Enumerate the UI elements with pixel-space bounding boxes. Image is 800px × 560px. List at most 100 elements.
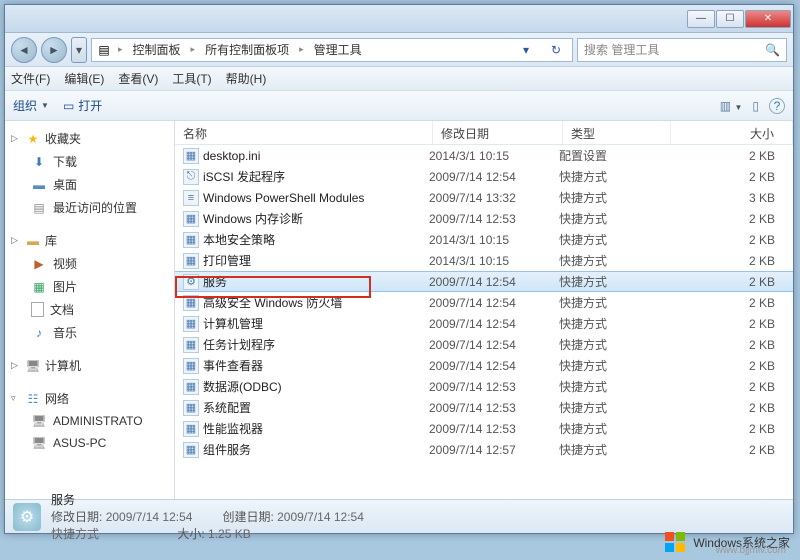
search-icon: 🔍 (765, 43, 780, 57)
file-type: 快捷方式 (559, 420, 667, 437)
breadcrumb[interactable]: ▤ ▸ 控制面板 ▸ 所有控制面板项 ▸ 管理工具 ▾ ↻ (91, 38, 573, 62)
refresh-button[interactable]: ↻ (544, 43, 568, 57)
close-button[interactable]: ✕ (745, 10, 791, 28)
file-list: 名称 修改日期 类型 大小 ▦desktop.ini2014/3/1 10:15… (175, 121, 793, 499)
nav-item[interactable]: ♪音乐 (5, 321, 174, 344)
menu-help[interactable]: 帮助(H) (226, 70, 267, 87)
file-size: 2 KB (667, 338, 793, 352)
status-name: 服务 (51, 493, 75, 507)
nav-item-label: 桌面 (53, 176, 77, 193)
nav-item[interactable]: 🖥 ADMINISTRATO (5, 410, 174, 432)
file-size: 2 KB (667, 149, 793, 163)
file-icon: ▦ (183, 232, 199, 248)
file-icon: ▦ (183, 211, 199, 227)
history-dropdown[interactable]: ▾ (71, 37, 87, 63)
open-button[interactable]: ▭ 打开 (63, 97, 102, 114)
file-name: 任务计划程序 (203, 336, 429, 353)
file-icon: ▦ (183, 400, 199, 416)
file-size: 2 KB (667, 254, 793, 268)
nav-pane: ▷★收藏夹 ⬇下载▬桌面▤最近访问的位置 ▷▬库 ▶视频▦图片文档♪音乐 ▷🖥计… (5, 121, 175, 499)
open-icon: ▭ (63, 99, 74, 113)
star-icon: ★ (25, 131, 41, 147)
back-button[interactable]: ◄ (11, 37, 37, 63)
minimize-button[interactable]: — (687, 10, 715, 28)
file-row[interactable]: ▦数据源(ODBC)2009/7/14 12:53快捷方式2 KB (175, 376, 793, 397)
crumb-0[interactable]: 控制面板 (129, 41, 185, 58)
nav-item[interactable]: 文档 (5, 298, 174, 321)
file-row[interactable]: ▦系统配置2009/7/14 12:53快捷方式2 KB (175, 397, 793, 418)
nav-favorites[interactable]: ▷★收藏夹 (5, 127, 174, 150)
file-type: 快捷方式 (559, 189, 667, 206)
titlebar: — ☐ ✕ (5, 5, 793, 33)
help-button[interactable]: ? (769, 98, 785, 114)
file-row[interactable]: ▦高级安全 Windows 防火墙2009/7/14 12:54快捷方式2 KB (175, 292, 793, 313)
file-size: 2 KB (667, 296, 793, 310)
file-row[interactable]: ▦计算机管理2009/7/14 12:54快捷方式2 KB (175, 313, 793, 334)
file-date: 2014/3/1 10:15 (429, 254, 559, 268)
file-row[interactable]: ▦desktop.ini2014/3/1 10:15配置设置2 KB (175, 145, 793, 166)
col-size[interactable]: 大小 (671, 121, 793, 144)
menu-edit[interactable]: 编辑(E) (64, 70, 104, 87)
pc-icon: 🖥 (31, 435, 47, 451)
organize-button[interactable]: 组织 ▼ (13, 97, 49, 114)
col-name[interactable]: 名称 (175, 121, 433, 144)
search-input[interactable]: 搜索 管理工具 🔍 (577, 38, 787, 62)
file-row[interactable]: ▦任务计划程序2009/7/14 12:54快捷方式2 KB (175, 334, 793, 355)
file-row[interactable]: ▦Windows 内存诊断2009/7/14 12:53快捷方式2 KB (175, 208, 793, 229)
file-row[interactable]: ⎋iSCSI 发起程序2009/7/14 12:54快捷方式2 KB (175, 166, 793, 187)
file-type: 快捷方式 (559, 252, 667, 269)
addr-dropdown[interactable]: ▾ (514, 43, 538, 57)
pc-icon: 🖥 (31, 413, 47, 429)
file-row[interactable]: ≡Windows PowerShell Modules2009/7/14 13:… (175, 187, 793, 208)
file-size: 2 KB (667, 401, 793, 415)
file-size: 3 KB (667, 191, 793, 205)
file-rows: ▦desktop.ini2014/3/1 10:15配置设置2 KB⎋iSCSI… (175, 145, 793, 499)
file-row[interactable]: ▦性能监视器2009/7/14 12:53快捷方式2 KB (175, 418, 793, 439)
nav-network[interactable]: ▿☷网络 (5, 387, 174, 410)
nav-computer[interactable]: ▷🖥计算机 (5, 354, 174, 377)
file-name: 打印管理 (203, 252, 429, 269)
nav-libraries[interactable]: ▷▬库 (5, 229, 174, 252)
file-row[interactable]: ▦事件查看器2009/7/14 12:54快捷方式2 KB (175, 355, 793, 376)
col-type[interactable]: 类型 (563, 121, 671, 144)
menu-tools[interactable]: 工具(T) (172, 70, 211, 87)
file-type: 快捷方式 (559, 273, 667, 290)
nav-item[interactable]: ▬桌面 (5, 173, 174, 196)
maximize-button[interactable]: ☐ (716, 10, 744, 28)
crumb-1[interactable]: 所有控制面板项 (201, 41, 293, 58)
file-date: 2009/7/14 12:54 (429, 275, 559, 289)
content-body: ▷★收藏夹 ⬇下载▬桌面▤最近访问的位置 ▷▬库 ▶视频▦图片文档♪音乐 ▷🖥计… (5, 121, 793, 499)
file-icon: ▦ (183, 421, 199, 437)
menu-bar: 文件(F) 编辑(E) 查看(V) 工具(T) 帮助(H) (5, 67, 793, 91)
file-type: 快捷方式 (559, 294, 667, 311)
nav-item[interactable]: ⬇下载 (5, 150, 174, 173)
views-icon: ▥ (720, 99, 731, 113)
file-row[interactable]: ▦组件服务2009/7/14 12:57快捷方式2 KB (175, 439, 793, 460)
crumb-2[interactable]: 管理工具 (310, 41, 366, 58)
forward-button[interactable]: ► (41, 37, 67, 63)
nav-item[interactable]: ▦图片 (5, 275, 174, 298)
expand-icon: ▷ (11, 360, 21, 371)
details-pane: ⚙ 服务 修改日期: 2009/7/14 12:54 创建日期: 2009/7/… (5, 499, 793, 533)
file-type: 快捷方式 (559, 378, 667, 395)
toolbar: 组织 ▼ ▭ 打开 ▥ ▼ ▯ ? (5, 91, 793, 121)
file-name: Windows 内存诊断 (203, 210, 429, 227)
file-row[interactable]: ▦本地安全策略2014/3/1 10:15快捷方式2 KB (175, 229, 793, 250)
col-date[interactable]: 修改日期 (433, 121, 563, 144)
file-icon: ▦ (183, 295, 199, 311)
file-row[interactable]: ▦打印管理2014/3/1 10:15快捷方式2 KB (175, 250, 793, 271)
file-size: 2 KB (667, 275, 793, 289)
menu-file[interactable]: 文件(F) (11, 70, 50, 87)
views-button[interactable]: ▥ ▼ (720, 99, 743, 113)
nav-item-label: ADMINISTRATO (53, 414, 143, 428)
file-icon: ▦ (183, 337, 199, 353)
menu-view[interactable]: 查看(V) (118, 70, 158, 87)
nav-item[interactable]: ▤最近访问的位置 (5, 196, 174, 219)
file-row[interactable]: ⚙服务2009/7/14 12:54快捷方式2 KB (175, 271, 793, 292)
file-icon: ▦ (183, 253, 199, 269)
file-name: 性能监视器 (203, 420, 429, 437)
nav-item[interactable]: 🖥ASUS-PC (5, 432, 174, 454)
file-type: 快捷方式 (559, 231, 667, 248)
nav-item[interactable]: ▶视频 (5, 252, 174, 275)
preview-pane-button[interactable]: ▯ (752, 99, 759, 113)
